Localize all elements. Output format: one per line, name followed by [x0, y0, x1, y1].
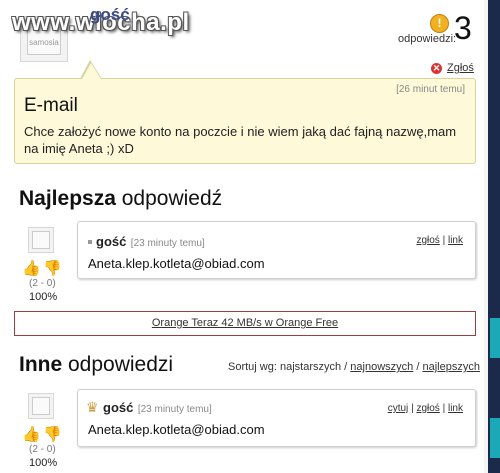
answers-count: 3	[454, 10, 472, 46]
link-separator: |	[442, 235, 446, 246]
other-answers-heading: Inne odpowiedzi	[19, 353, 173, 377]
best-answer-box: gość [23 minuty temu] zgłoś | link Aneta…	[77, 221, 476, 279]
answer-author: gość	[96, 234, 127, 249]
sort-separator: /	[416, 361, 420, 373]
question-title: E-mail	[24, 95, 78, 116]
vote-percent: 100%	[29, 457, 58, 469]
answer-text: Aneta.klep.kotleta@obiad.com	[88, 256, 265, 271]
question-box: [26 minut temu] E-mail Chce założyć nowe…	[14, 78, 476, 164]
sort-newest-link[interactable]: najnowszych	[350, 361, 413, 373]
vote-counts: (2 - 0)	[29, 444, 56, 455]
thumbs-up-icon[interactable]: 👍	[22, 425, 41, 443]
link-separator: |	[411, 403, 414, 414]
heading-bold: Inne	[19, 353, 63, 376]
answer-avatar[interactable]	[28, 393, 54, 419]
link-separator: |	[442, 403, 446, 414]
right-edge-accent	[490, 318, 500, 358]
answer-box: ♛ gość [23 minuty temu] cytuj | zgłoś | …	[77, 389, 476, 447]
best-answer-heading: Najlepsza odpowiedź	[19, 187, 222, 211]
question-body: Chce założyć nowe konto na poczcie i nie…	[24, 124, 457, 156]
answers-label: odpowiedzi:	[398, 33, 457, 45]
answer-author: gość	[103, 400, 134, 415]
vote-counts: (2 - 0)	[29, 278, 56, 289]
avatar-frame	[32, 231, 50, 249]
report-link[interactable]: zgłoś	[416, 235, 439, 246]
bubble-tail-fill	[82, 63, 101, 79]
answer-text: Aneta.klep.kotleta@obiad.com	[88, 422, 265, 437]
right-edge-accent	[490, 418, 500, 458]
heading-rest: odpowiedź	[115, 187, 223, 210]
answer-time: [23 minuty temu]	[137, 404, 212, 415]
thumbs-down-icon[interactable]: 👎	[43, 259, 62, 277]
question-author: gość	[90, 5, 130, 24]
avatar-label: samosia	[29, 38, 59, 47]
thumbs-down-icon[interactable]: 👎	[43, 425, 62, 443]
permalink[interactable]: link	[448, 403, 463, 414]
exclamation-icon: !	[430, 14, 449, 33]
ad-banner: Orange Teraz 42 MB/s w Orange Free	[14, 311, 476, 336]
right-edge-strip	[484, 0, 500, 473]
report-link[interactable]: zgłoś	[416, 403, 439, 414]
sort-label: Sortuj wg: najstarszych	[228, 361, 342, 373]
answer-avatar[interactable]	[28, 227, 54, 253]
answer-links: cytuj | zgłoś | link	[388, 403, 463, 414]
thumbs-up-icon[interactable]: 👍	[22, 259, 41, 277]
quote-link[interactable]: cytuj	[388, 403, 409, 414]
bullet-icon	[88, 239, 92, 244]
vote-percent: 100%	[29, 291, 58, 303]
sort-separator: /	[344, 361, 348, 373]
close-circle-icon[interactable]: ✕	[431, 63, 442, 74]
report-link[interactable]: Zgłoś	[447, 62, 474, 74]
ad-link[interactable]: Orange Teraz 42 MB/s w Orange Free	[152, 317, 338, 329]
sort-controls: Sortuj wg: najstarszych / najnowszych / …	[228, 361, 480, 373]
avatar-frame	[32, 397, 50, 415]
answer-links: zgłoś | link	[416, 235, 463, 246]
answer-time: [23 minuty temu]	[130, 238, 205, 249]
heading-rest: odpowiedzi	[62, 353, 174, 376]
answer-header: ♛ gość [23 minuty temu]	[86, 399, 212, 417]
heading-bold: Najlepsza	[19, 187, 116, 210]
crown-icon: ♛	[86, 399, 99, 415]
permalink[interactable]: link	[448, 235, 463, 246]
question-time: [26 minut temu]	[396, 84, 465, 95]
sort-best-link[interactable]: najlepszych	[422, 361, 479, 373]
answer-header: gość [23 minuty temu]	[88, 233, 205, 251]
